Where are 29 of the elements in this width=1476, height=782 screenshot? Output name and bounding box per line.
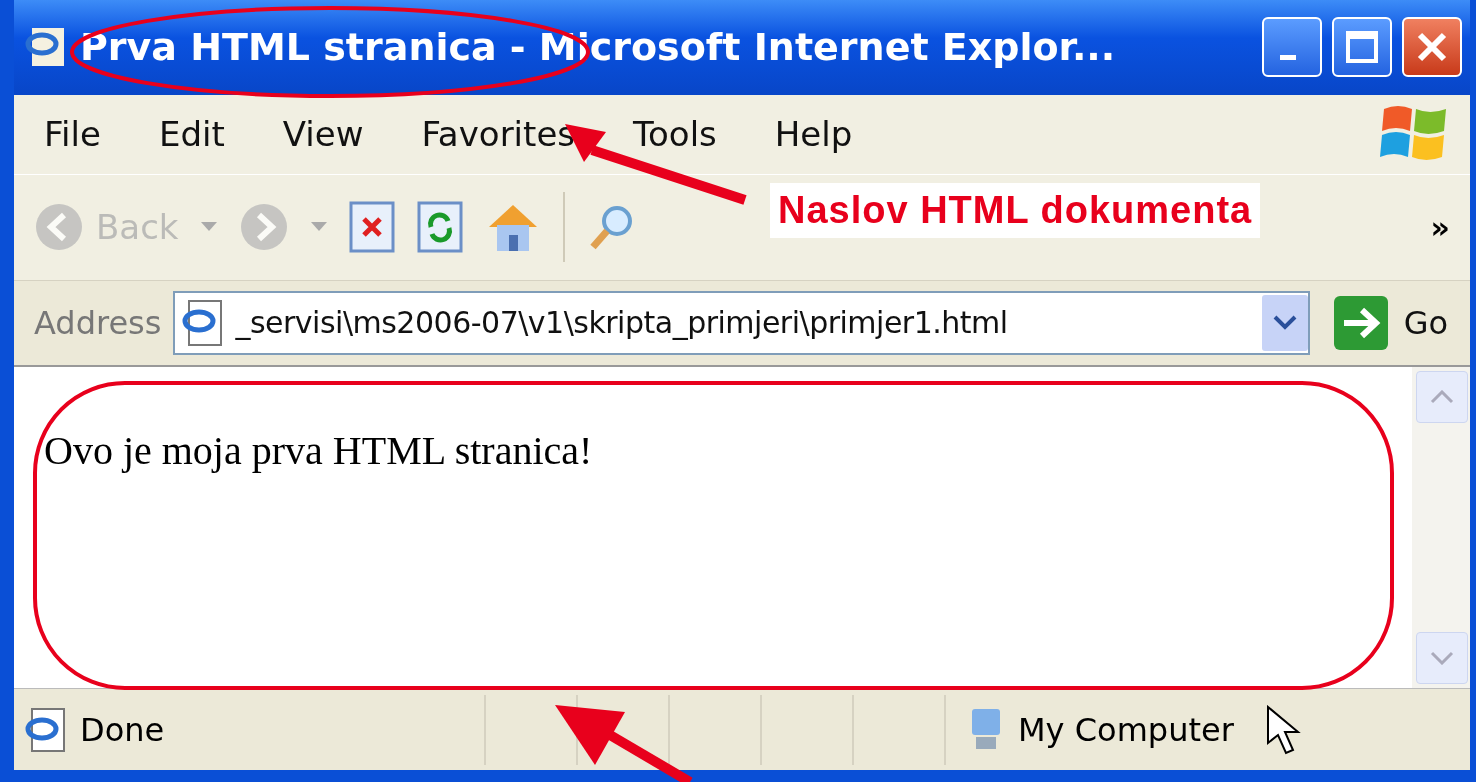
maximize-icon bbox=[1345, 30, 1379, 65]
go-button[interactable]: Go bbox=[1321, 293, 1458, 352]
scrollbar[interactable] bbox=[1412, 367, 1470, 689]
dropdown-caret-icon bbox=[200, 222, 217, 233]
page-text: Ovo je moja prva HTML stranica! bbox=[44, 428, 593, 474]
minimize-button[interactable] bbox=[1262, 17, 1322, 78]
address-label: Address bbox=[34, 303, 162, 342]
status-text: Done bbox=[80, 710, 165, 749]
toolbar-overflow-button[interactable]: » bbox=[1430, 209, 1450, 245]
menu-item[interactable]: Favorites bbox=[411, 114, 624, 155]
menu-item[interactable]: Help bbox=[764, 114, 901, 155]
stop-button[interactable] bbox=[348, 201, 395, 254]
menu-item[interactable]: Tools bbox=[623, 114, 765, 155]
refresh-icon bbox=[416, 201, 463, 254]
dropdown-button[interactable] bbox=[1261, 294, 1308, 351]
address-field[interactable]: _servisi\ms2006-07\v1\skripta_primjeri\primjer1.html bbox=[173, 290, 1310, 355]
annotation-callout: Naslov HTML dokumenta bbox=[770, 183, 1261, 238]
refresh-button[interactable] bbox=[416, 201, 463, 254]
menu-item[interactable]: View bbox=[272, 114, 412, 155]
close-button[interactable] bbox=[1402, 17, 1462, 78]
page-icon bbox=[24, 706, 68, 753]
maximize-button[interactable] bbox=[1332, 17, 1392, 78]
stop-icon bbox=[348, 201, 395, 254]
minimize-icon bbox=[1280, 54, 1296, 60]
zone-text: My Computer bbox=[1018, 710, 1234, 749]
dropdown-caret-icon bbox=[310, 222, 327, 233]
menu-item[interactable]: File bbox=[34, 114, 149, 155]
menu-item[interactable]: Edit bbox=[148, 114, 273, 155]
chevron-down-icon bbox=[1272, 314, 1297, 331]
